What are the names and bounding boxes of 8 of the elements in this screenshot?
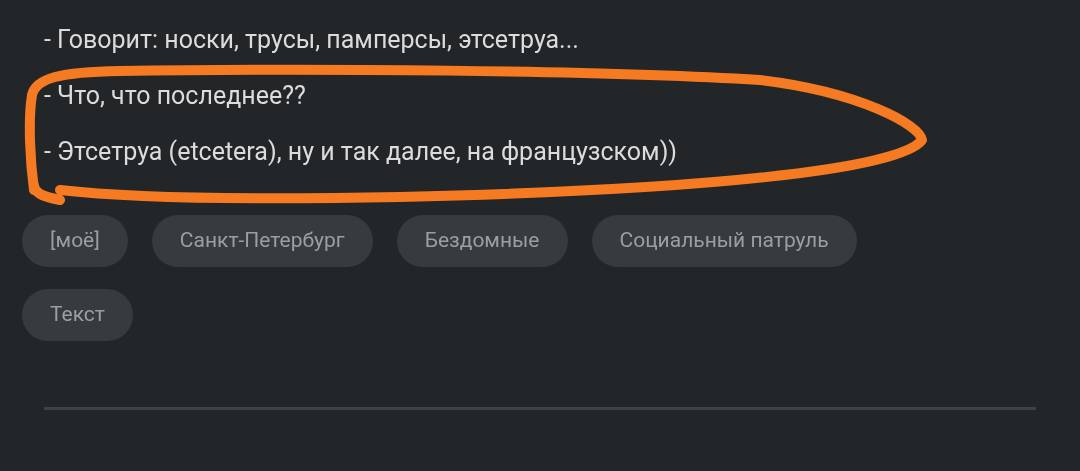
story-text-line: - Говорит: носки, трусы, памперсы, этсетруа... (44, 24, 579, 56)
tag-chip[interactable]: Текст (22, 289, 133, 341)
story-text-line: - Что, что последнее?? (44, 80, 306, 112)
tag-chip[interactable]: Санкт-Петербург (151, 215, 373, 267)
tag-chip[interactable]: Социальный патруль (591, 215, 857, 267)
tag-chip[interactable]: [моё] (22, 215, 128, 267)
story-text-line: - Этсетруа (etcetera), ну и так далее, на французском)) (44, 136, 678, 168)
tag-chip[interactable]: Бездомные (396, 215, 568, 267)
